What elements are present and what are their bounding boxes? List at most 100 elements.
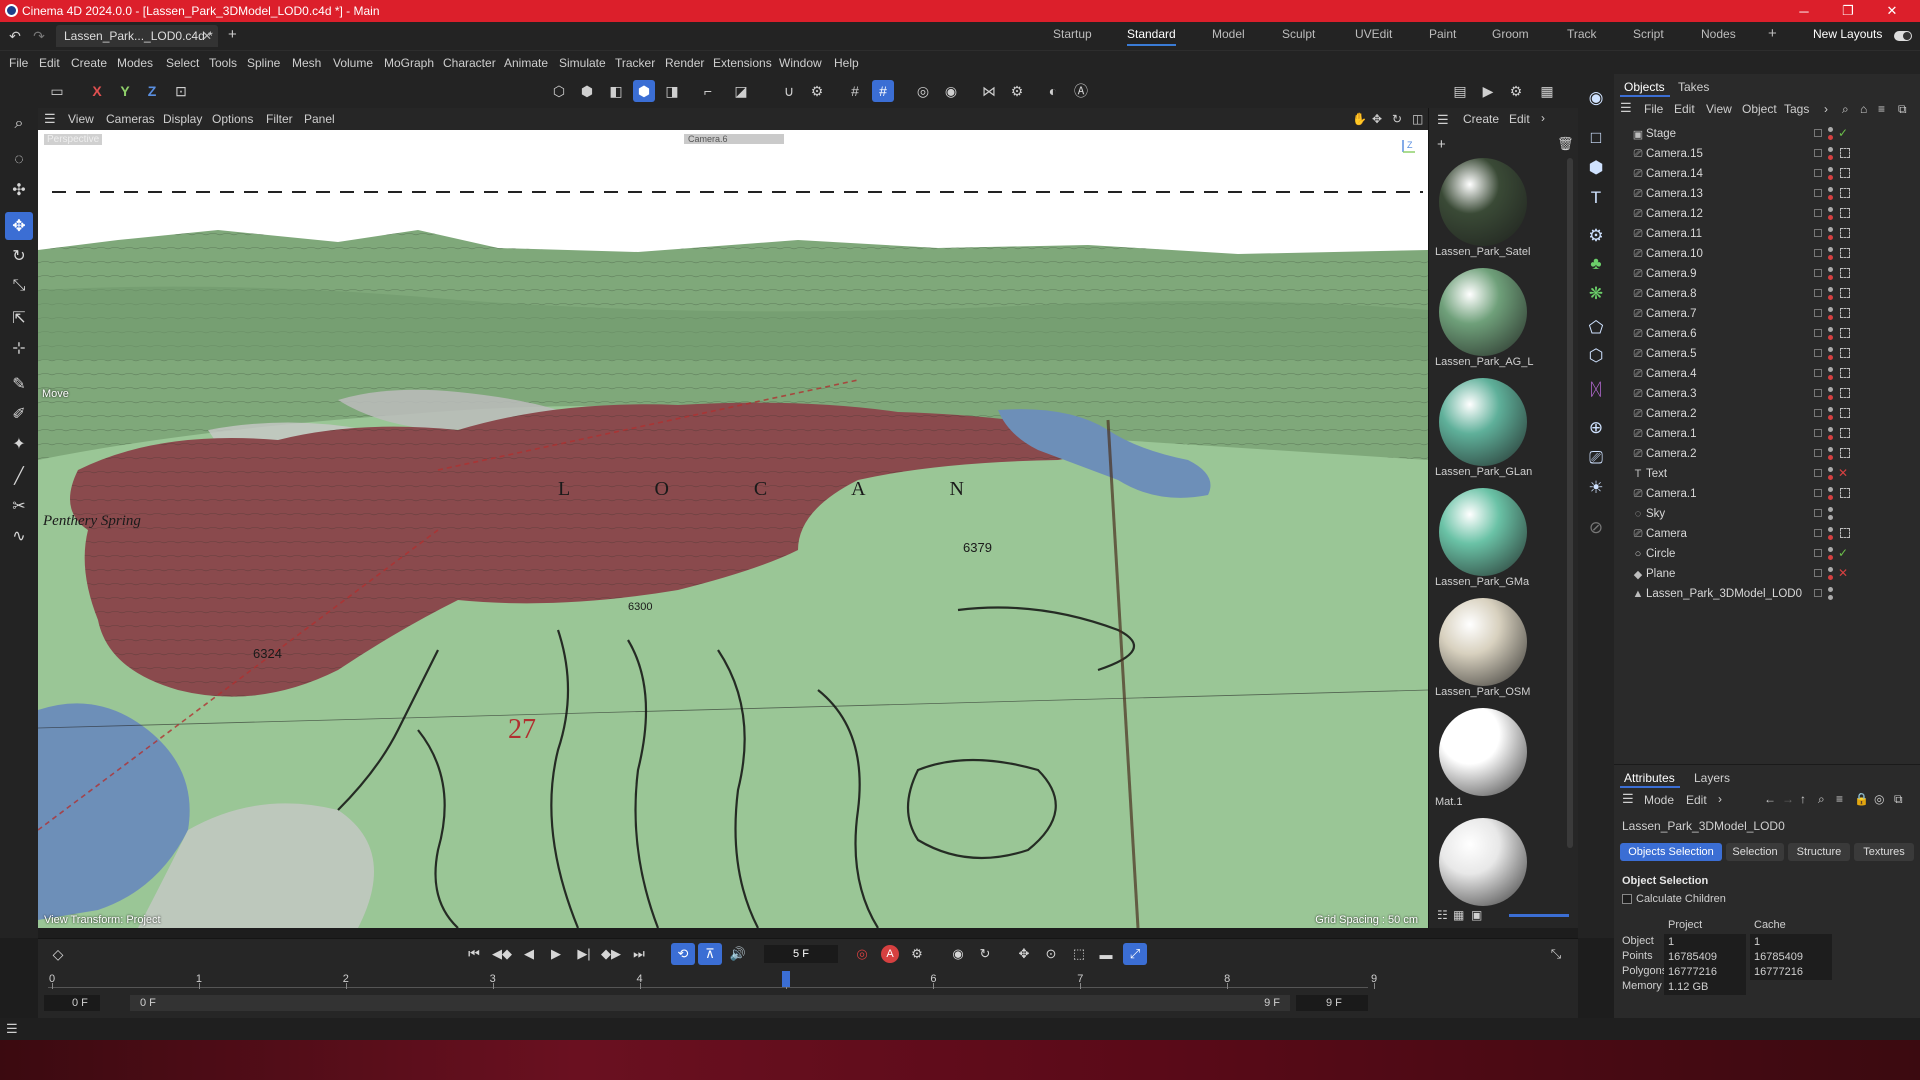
render-visibility-dot[interactable] (1828, 535, 1833, 540)
object-row[interactable]: ⎚ Camera.3 (1630, 384, 1920, 404)
interpolation-icon[interactable]: ⤢ (1123, 943, 1147, 965)
uv-mode-icon[interactable]: ◨ (661, 80, 683, 102)
render-region-icon[interactable]: ◎ (912, 80, 934, 102)
menu-modes[interactable]: Modes (117, 56, 153, 70)
y-axis-lock-button[interactable]: Y (114, 80, 136, 102)
viewport-menu-panel[interactable]: Panel (304, 112, 335, 126)
previous-frame-icon[interactable]: ◀ (517, 943, 541, 965)
edit-visibility-icon[interactable] (1814, 489, 1822, 497)
keyframe-settings-icon[interactable]: ⚙ (905, 943, 929, 965)
search-icon[interactable]: ⌕ (5, 110, 33, 138)
object-row[interactable]: ⎚ Camera.10 (1630, 244, 1920, 264)
menu-animate[interactable]: Animate (504, 56, 548, 70)
move-view-icon[interactable]: ✥ (1372, 112, 1382, 126)
material-item[interactable]: Lassen_Park_GMa (1433, 488, 1533, 588)
key-param-icon[interactable]: ⊙ (1039, 943, 1063, 965)
object-row[interactable]: ⎚ Camera.15 (1630, 144, 1920, 164)
edit-visibility-icon[interactable] (1814, 289, 1822, 297)
editor-visibility-dot[interactable] (1828, 407, 1833, 412)
render-visibility-dot[interactable] (1828, 295, 1833, 300)
render-settings-icon[interactable]: ⚙ (1505, 80, 1527, 102)
objects-menu-view[interactable]: View (1706, 102, 1732, 116)
attributes-menu-edit[interactable]: Edit (1686, 793, 1707, 807)
edit-visibility-icon[interactable] (1814, 449, 1822, 457)
tab-takes[interactable]: Takes (1678, 80, 1709, 94)
edit-visibility-icon[interactable] (1814, 149, 1822, 157)
camera-tag-icon[interactable] (1840, 148, 1850, 158)
tab-attributes[interactable]: Attributes (1624, 771, 1675, 785)
edit-visibility-icon[interactable] (1814, 169, 1822, 177)
object-row[interactable]: ⎚ Camera.13 (1630, 184, 1920, 204)
objects-filter-icon[interactable]: ≡ (1878, 102, 1885, 116)
render-visibility-dot[interactable] (1828, 175, 1833, 180)
editor-visibility-dot[interactable] (1828, 167, 1833, 172)
points-mode-icon[interactable]: ⬡ (548, 80, 570, 102)
viewport-menu-filter[interactable]: Filter (266, 112, 293, 126)
end-frame-field[interactable]: 9 F (1296, 995, 1368, 1011)
character-icon[interactable]: ᛞ (1582, 376, 1610, 404)
solo-icon[interactable]: ◪ (730, 80, 752, 102)
editor-visibility-dot[interactable] (1828, 427, 1833, 432)
render-visibility-dot[interactable] (1828, 375, 1833, 380)
material-scrollbar[interactable] (1567, 158, 1573, 848)
chevron-right-icon[interactable]: › (1541, 111, 1545, 125)
layout-nodes[interactable]: Nodes (1701, 27, 1736, 41)
editor-visibility-dot[interactable] (1828, 187, 1833, 192)
viewport-menu-options[interactable]: Options (212, 112, 253, 126)
edit-visibility-icon[interactable] (1814, 529, 1822, 537)
edit-visibility-icon[interactable] (1814, 329, 1822, 337)
editor-visibility-dot[interactable] (1828, 547, 1833, 552)
symmetry-settings-icon[interactable]: ⚙ (1006, 80, 1028, 102)
add-material-icon[interactable]: + (1437, 136, 1446, 153)
edit-visibility-icon[interactable] (1814, 209, 1822, 217)
editor-visibility-dot[interactable] (1828, 267, 1833, 272)
select-pick-icon[interactable]: ✣ (5, 176, 33, 204)
environment-icon[interactable]: ⊕ (1582, 414, 1610, 442)
spline-smooth-icon[interactable]: ✦ (5, 430, 33, 458)
menu-edit[interactable]: Edit (39, 56, 60, 70)
status-hamburger-icon[interactable]: ☰ (6, 1021, 18, 1037)
document-tab[interactable]: Lassen_Park..._LOD0.c4d * ✕ (56, 25, 218, 47)
object-row[interactable]: ⎚ Camera.1 (1630, 484, 1920, 504)
render-visibility-dot[interactable] (1828, 475, 1833, 480)
viewport-hamburger-icon[interactable]: ☰ (44, 111, 56, 127)
editor-visibility-dot[interactable] (1828, 507, 1833, 512)
structure-button[interactable]: Structure (1788, 843, 1850, 861)
objects-selection-button[interactable]: Objects Selection (1620, 843, 1722, 861)
object-row[interactable]: T Text ✕ (1630, 464, 1920, 484)
tab-objects[interactable]: Objects (1624, 80, 1665, 94)
go-to-end-icon[interactable]: ⏭ (627, 943, 651, 965)
attributes-chevron-icon[interactable]: › (1718, 792, 1722, 806)
objects-menu-object[interactable]: Object (1742, 102, 1777, 116)
render-view-icon[interactable]: ◉ (940, 80, 962, 102)
material-menu-edit[interactable]: Edit (1509, 112, 1530, 126)
objects-hamburger-icon[interactable]: ☰ (1620, 100, 1632, 116)
layout-track[interactable]: Track (1567, 27, 1597, 41)
editor-visibility-dot[interactable] (1828, 327, 1833, 332)
lock-icon[interactable]: 🔒 (1854, 792, 1869, 806)
menu-tracker[interactable]: Tracker (615, 56, 655, 70)
rotate-tool-icon[interactable]: ↻ (5, 242, 33, 270)
menu-volume[interactable]: Volume (333, 56, 373, 70)
back-arrow-icon[interactable]: ← (1764, 792, 1776, 806)
motion-clip-icon[interactable]: ▬ (1094, 943, 1118, 965)
model-mode-icon[interactable]: ⬢ (633, 80, 655, 102)
layout-script[interactable]: Script (1633, 27, 1664, 41)
object-row[interactable]: ⎚ Camera.12 (1630, 204, 1920, 224)
start-frame-field[interactable]: 0 F (44, 995, 100, 1011)
material-item[interactable]: Mat.1 (1433, 708, 1533, 808)
add-layout-button[interactable]: + (1768, 25, 1777, 42)
menu-character[interactable]: Character (443, 56, 496, 70)
key-rotation-icon[interactable]: ↻ (973, 943, 997, 965)
editor-visibility-dot[interactable] (1828, 587, 1833, 592)
grid-snap-icon[interactable]: # (872, 80, 894, 102)
edit-visibility-icon[interactable] (1814, 309, 1822, 317)
edit-visibility-icon[interactable] (1814, 189, 1822, 197)
editor-visibility-dot[interactable] (1828, 347, 1833, 352)
viewport-menu-display[interactable]: Display (163, 112, 202, 126)
material-item[interactable] (1433, 818, 1533, 906)
layout-uvedit[interactable]: UVEdit (1355, 27, 1392, 41)
menu-extensions[interactable]: Extensions (713, 56, 772, 70)
lasso-icon[interactable]: ∿ (5, 522, 33, 550)
edit-visibility-icon[interactable] (1814, 349, 1822, 357)
